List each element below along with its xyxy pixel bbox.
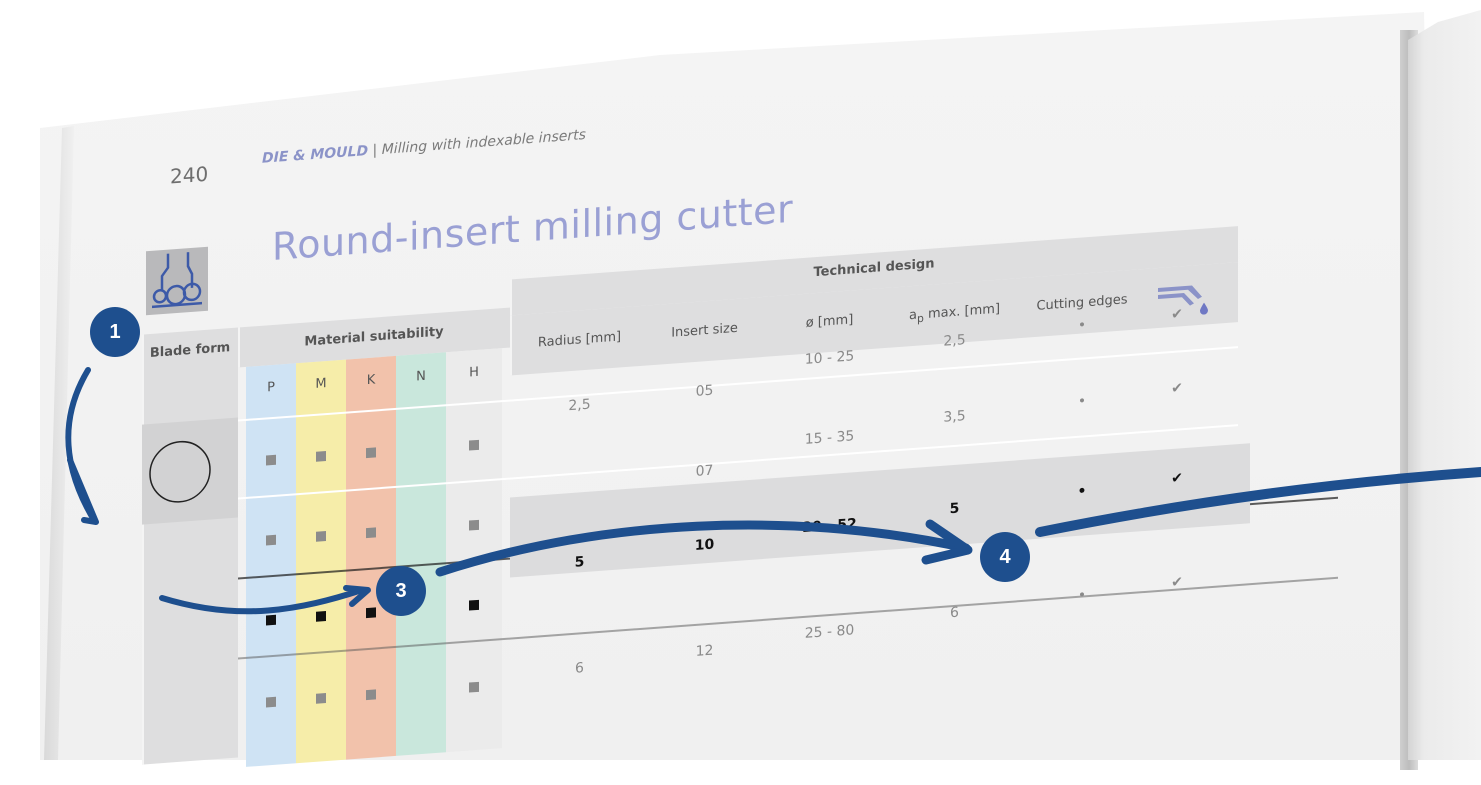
callout-badge-1: 1 — [90, 307, 140, 357]
callout-badge-4: 4 — [980, 532, 1030, 582]
arrow-3-to-4 — [435, 520, 971, 577]
arrow-3-from-left — [159, 587, 365, 615]
callout-badge-3: 3 — [376, 566, 426, 616]
callout-arrows — [65, 367, 1481, 615]
arrow-1 — [65, 367, 97, 523]
arrow-4-from-right — [1035, 467, 1481, 537]
